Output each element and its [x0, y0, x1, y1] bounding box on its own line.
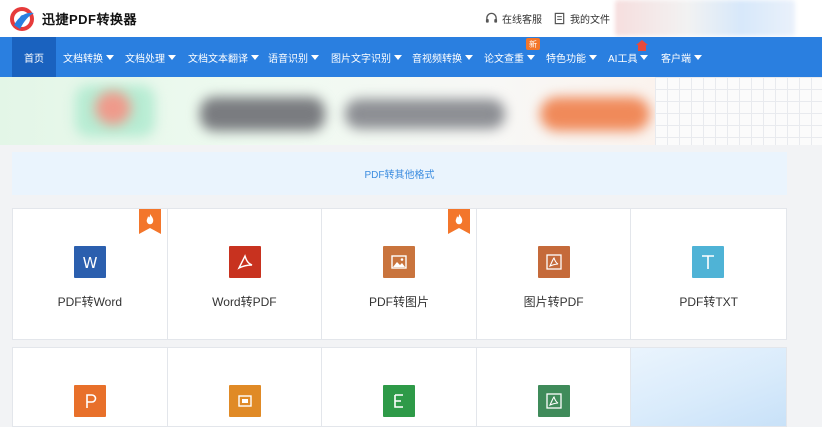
nav-speech-recognition[interactable]: 语音识别: [268, 37, 319, 77]
tool-pdf-to-word[interactable]: W PDF转Word: [13, 209, 168, 339]
my-files-label: 我的文件: [570, 15, 610, 26]
caret-down-icon: [694, 54, 702, 60]
pdf-icon: [537, 246, 570, 278]
tool-label: 图片转PDF: [523, 295, 584, 309]
tool-pdf-to-excel[interactable]: [322, 348, 477, 426]
word-icon: W: [74, 246, 106, 278]
caret-down-icon: [311, 54, 319, 60]
ppt-icon: [74, 385, 106, 417]
tool-grid-row: W PDF转Word Word转PDF PDF转图片 图片转PDF PDF转TX…: [12, 208, 787, 340]
hot-flame-icon: [139, 209, 161, 234]
nav-label: 文档文本翻译: [188, 53, 248, 65]
banner-blob: [95, 91, 131, 125]
excel-icon: [383, 385, 416, 417]
file-icon: [554, 12, 565, 25]
banner-blob: [345, 99, 505, 129]
tool-pdf-other[interactable]: [477, 348, 632, 426]
nav-label: 图片文字识别: [331, 53, 391, 65]
online-service-link[interactable]: 在线客服: [485, 11, 542, 26]
banner-blob: [200, 97, 325, 131]
online-service-label: 在线客服: [502, 15, 542, 26]
pdf-icon: [228, 246, 261, 278]
headset-icon: [485, 12, 498, 23]
new-badge: 新: [526, 38, 540, 50]
logo-icon[interactable]: [8, 5, 38, 33]
section-title: PDF转其他格式: [12, 152, 787, 195]
blurred-promo-cell[interactable]: [631, 348, 786, 426]
nav-label: 特色功能: [546, 53, 586, 65]
nav-special-features[interactable]: 特色功能: [546, 37, 597, 77]
tool-image-edit[interactable]: [168, 348, 323, 426]
nav-client[interactable]: 客户端: [661, 37, 702, 77]
promo-banner[interactable]: [0, 77, 822, 145]
nav-av-convert[interactable]: 音视频转换: [412, 37, 473, 77]
caret-down-icon: [527, 54, 535, 60]
nav-home[interactable]: 首页: [12, 37, 56, 77]
nav-image-ocr[interactable]: 图片文字识别: [331, 37, 402, 77]
txt-icon: [692, 246, 725, 278]
blurred-account-area[interactable]: [615, 0, 795, 36]
nav-doc-translate[interactable]: 文档文本翻译: [188, 37, 259, 77]
image-edit-icon: [228, 385, 261, 417]
tool-pdf-to-ppt[interactable]: [13, 348, 168, 426]
nav-label: 文档处理: [125, 53, 165, 65]
nav-label: AI工具: [608, 53, 638, 65]
caret-down-icon: [168, 54, 176, 60]
nav-doc-process[interactable]: 文档处理: [125, 37, 176, 77]
caret-down-icon: [589, 54, 597, 60]
nav-label: 论文查重: [484, 53, 524, 65]
caret-down-icon: [251, 54, 259, 60]
top-bar: 迅捷PDF转换器 在线客服 我的文件: [0, 0, 822, 37]
nav-label: 音视频转换: [412, 53, 462, 65]
nav-doc-convert[interactable]: 文档转换: [63, 37, 114, 77]
caret-down-icon: [394, 54, 402, 60]
brand-name[interactable]: 迅捷PDF转换器: [42, 9, 137, 28]
tool-label: PDF转Word: [57, 295, 123, 309]
tool-image-to-pdf[interactable]: 图片转PDF: [477, 209, 632, 339]
my-files-link[interactable]: 我的文件: [553, 11, 610, 26]
tool-label: PDF转图片: [368, 295, 429, 309]
tool-label: Word转PDF: [212, 295, 277, 309]
hot-flame-icon: [448, 209, 471, 234]
pdf-icon: [537, 385, 570, 417]
banner-grid-pattern: [655, 77, 822, 145]
tool-grid-row: [12, 347, 787, 427]
nav-label: 语音识别: [268, 53, 308, 65]
nav-label: 客户端: [661, 53, 691, 65]
tool-label: PDF转TXT: [679, 295, 738, 309]
svg-text:W: W: [83, 254, 98, 271]
caret-down-icon: [465, 54, 473, 60]
main-nav: 首页 文档转换 文档处理 文档文本翻译 语音识别 图片文字识别 音视频转换 论文…: [0, 37, 822, 77]
image-icon: [383, 246, 416, 278]
tool-pdf-to-image[interactable]: PDF转图片: [322, 209, 477, 339]
tool-word-to-pdf[interactable]: Word转PDF: [168, 209, 323, 339]
banner-blob: [540, 97, 650, 131]
tool-pdf-to-txt[interactable]: PDF转TXT: [631, 209, 786, 339]
hot-house-icon: [636, 40, 648, 51]
caret-down-icon: [106, 54, 114, 60]
nav-label: 文档转换: [63, 53, 103, 65]
caret-down-icon: [640, 54, 649, 60]
